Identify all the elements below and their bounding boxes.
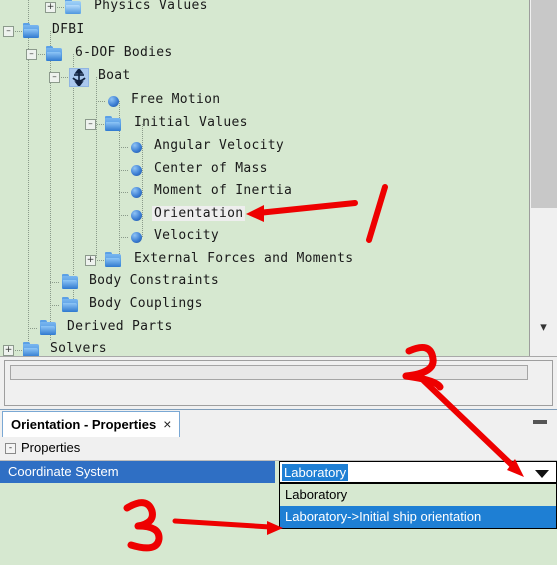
- tree-dash: [119, 237, 129, 238]
- tree-expander-minus[interactable]: –: [26, 49, 37, 60]
- tab-label: Orientation - Properties: [11, 417, 157, 432]
- tree-node-orientation[interactable]: Orientation: [0, 204, 246, 226]
- group-label: Properties: [21, 440, 81, 455]
- tree-node-angular-velocity[interactable]: Angular Velocity: [0, 136, 284, 158]
- tree-node-label: Boat: [98, 68, 131, 83]
- tree-dash: [119, 215, 129, 216]
- tree-node-derived-parts[interactable]: Derived Parts: [0, 317, 173, 339]
- tree-dash: [15, 350, 22, 351]
- dropdown-option-laboratory[interactable]: Laboratory: [280, 484, 556, 506]
- tree-node-body-constraints[interactable]: Body Constraints: [0, 271, 219, 293]
- tree-node-label: Orientation: [152, 206, 246, 221]
- tree-node-label: Center of Mass: [154, 161, 268, 176]
- tree-node-label: Body Couplings: [89, 296, 203, 311]
- folder-icon: [62, 274, 78, 289]
- tree-dash: [97, 260, 104, 261]
- tree-dash: [50, 305, 60, 306]
- tree-node-label: Physics Values: [94, 0, 208, 13]
- minimize-icon[interactable]: [533, 420, 547, 424]
- chevron-down-icon[interactable]: [535, 470, 549, 478]
- tree-node-body-couplings[interactable]: Body Couplings: [0, 294, 203, 316]
- tree-expander-plus[interactable]: +: [85, 255, 96, 266]
- tree-node-label: 6-DOF Bodies: [75, 45, 173, 60]
- tree-filter-container: [4, 360, 553, 406]
- tab-orientation-properties[interactable]: Orientation - Properties ×: [2, 411, 181, 437]
- tree-dash: [15, 31, 22, 32]
- tree-vertical-scrollbar[interactable]: ▾: [529, 0, 557, 356]
- property-row-coordinate-system[interactable]: Coordinate System: [0, 461, 275, 483]
- sphere-node-icon: [131, 232, 142, 243]
- tree-dash: [119, 147, 129, 148]
- tree-expander-minus[interactable]: –: [85, 119, 96, 130]
- simulation-tree-panel[interactable]: + Physics Values – DFBI – 6-DOF Bodies –…: [0, 0, 557, 356]
- tree-node-label: Initial Values: [134, 115, 248, 130]
- sphere-node-icon: [108, 96, 119, 107]
- properties-group-header[interactable]: - Properties: [0, 437, 557, 461]
- dropdown-option-laboratory-initial-ship-orientation[interactable]: Laboratory->Initial ship orientation: [280, 506, 556, 528]
- close-icon[interactable]: ×: [163, 416, 171, 432]
- sphere-node-icon: [131, 165, 142, 176]
- tree-node-label: Solvers: [50, 341, 107, 356]
- tree-dash: [97, 124, 104, 125]
- tree-node-label: Angular Velocity: [154, 138, 285, 153]
- tree-dash: [96, 101, 106, 102]
- properties-panel: Orientation - Properties × - Properties C…: [0, 409, 557, 565]
- tree-dash: [61, 77, 68, 78]
- folder-icon: [23, 342, 39, 356]
- sphere-node-icon: [131, 142, 142, 153]
- scrollbar-thumb[interactable]: [531, 0, 557, 208]
- tree-node-solvers[interactable]: + Solvers: [0, 339, 107, 356]
- sphere-node-icon: [131, 187, 142, 198]
- tree-node-center-of-mass[interactable]: Center of Mass: [0, 159, 268, 181]
- tree-node-label: Derived Parts: [67, 319, 173, 334]
- search-input[interactable]: [10, 365, 528, 380]
- tree-node-label: Velocity: [154, 228, 220, 243]
- property-name-label: Coordinate System: [8, 464, 119, 479]
- sphere-node-icon: [131, 210, 142, 221]
- tree-expander-minus[interactable]: –: [49, 72, 60, 83]
- tree-node-physics-values[interactable]: + Physics Values: [0, 0, 208, 18]
- tree-node-velocity[interactable]: Velocity: [0, 226, 219, 248]
- tree-node-boat[interactable]: – Boat: [0, 66, 131, 88]
- tree-expander-plus[interactable]: +: [3, 345, 14, 356]
- tree-dash: [38, 54, 45, 55]
- group-expander-minus[interactable]: -: [5, 443, 16, 454]
- tree-dash: [57, 7, 64, 8]
- combobox-value: Laboratory: [282, 464, 349, 481]
- folder-icon: [23, 23, 39, 38]
- tree-filter-strip: [0, 356, 557, 409]
- tree-dash: [50, 282, 60, 283]
- tree-dash: [119, 192, 129, 193]
- tree-node-6dof-bodies[interactable]: – 6-DOF Bodies: [0, 43, 173, 65]
- tree-node-label: Free Motion: [131, 92, 221, 107]
- tree-node-label: Moment of Inertia: [154, 183, 293, 198]
- tree-node-initial-values[interactable]: – Initial Values: [0, 113, 248, 135]
- tree-node-label: DFBI: [52, 22, 85, 37]
- tree-expander-plus[interactable]: +: [45, 2, 56, 13]
- folder-icon: [62, 297, 78, 312]
- chevron-down-icon[interactable]: ▾: [530, 318, 557, 338]
- tree-node-external-forces-and-moments[interactable]: + External Forces and Moments: [0, 249, 353, 271]
- tree-dash: [119, 170, 129, 171]
- folder-icon: [65, 0, 81, 14]
- tree-scroll-area[interactable]: + Physics Values – DFBI – 6-DOF Bodies –…: [0, 0, 529, 356]
- folder-icon: [105, 252, 121, 267]
- tree-dash: [28, 328, 38, 329]
- folder-icon: [105, 116, 121, 131]
- tree-expander-minus[interactable]: –: [3, 26, 14, 37]
- tree-node-moment-of-inertia[interactable]: Moment of Inertia: [0, 181, 292, 203]
- tree-node-label: Body Constraints: [89, 273, 220, 288]
- coordinate-system-dropdown-list[interactable]: Laboratory Laboratory->Initial ship orie…: [279, 483, 557, 529]
- coordinate-system-combobox[interactable]: Laboratory: [279, 461, 557, 483]
- move-body-icon: [69, 67, 89, 88]
- tree-node-free-motion[interactable]: Free Motion: [0, 90, 220, 112]
- folder-icon: [46, 46, 62, 61]
- properties-titlebar: Orientation - Properties ×: [0, 410, 557, 437]
- folder-icon: [40, 320, 56, 335]
- tree-node-dfbi[interactable]: – DFBI: [0, 20, 85, 42]
- tree-node-label: External Forces and Moments: [134, 251, 354, 266]
